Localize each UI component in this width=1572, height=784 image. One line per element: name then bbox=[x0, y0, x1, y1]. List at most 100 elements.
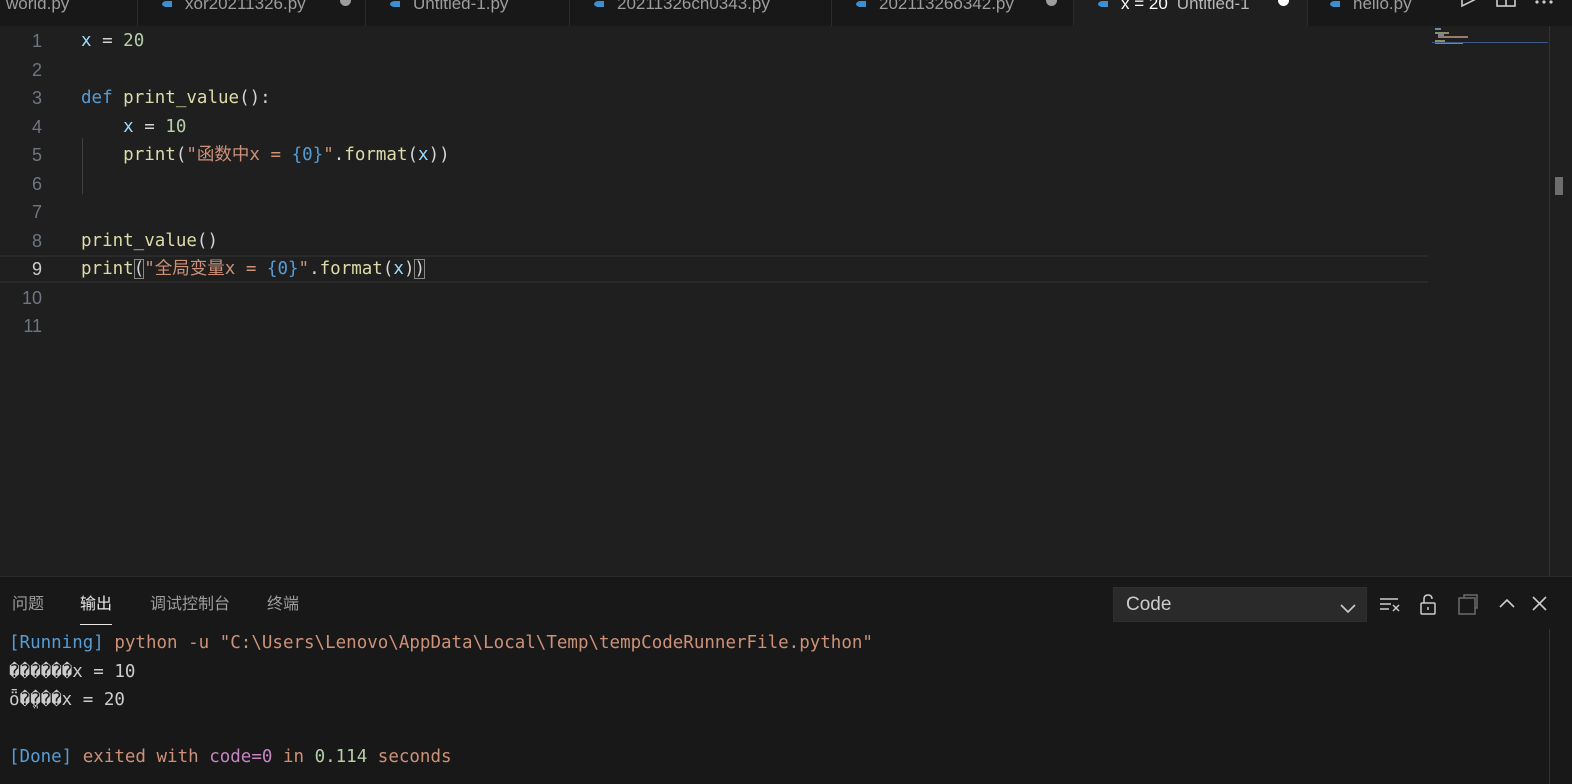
line-number: 8 bbox=[31, 230, 42, 251]
code-token: format bbox=[344, 145, 408, 165]
line-number: 1 bbox=[31, 31, 42, 51]
python-icon bbox=[592, 0, 607, 10]
panel-tab-debug-console[interactable]: 调试控制台 bbox=[150, 591, 230, 625]
line-number: 4 bbox=[31, 116, 42, 137]
code-token: format bbox=[319, 259, 383, 279]
tab-label: xor20211326.py bbox=[185, 0, 306, 13]
python-icon bbox=[854, 0, 869, 10]
tab-label: Untitled-1.py bbox=[413, 0, 509, 13]
output-token: [Done] bbox=[9, 747, 73, 767]
line-number: 6 bbox=[31, 173, 42, 194]
bottom-panel: 问题 输出 调试控制台 终端 Code [Running] python -u … bbox=[0, 576, 1572, 784]
code-line[interactable]: 1 x = 20 bbox=[0, 27, 1428, 55]
more-actions-icon[interactable] bbox=[1533, 0, 1555, 12]
code-line[interactable]: 8 print_value() bbox=[0, 227, 1428, 255]
output-token: code=0 bbox=[209, 747, 273, 767]
line-number: 3 bbox=[31, 88, 42, 108]
code-text: print("函数中x = {0}".format(x)) bbox=[81, 141, 450, 169]
tab-title: x = 20 bbox=[1121, 0, 1168, 13]
tab-label: hello.py bbox=[1353, 0, 1412, 13]
maximize-panel-icon[interactable] bbox=[1497, 594, 1519, 616]
output-scrollbar-track bbox=[1549, 629, 1550, 784]
code-text: print_value() bbox=[81, 227, 218, 255]
open-output-in-editor-icon[interactable] bbox=[1457, 594, 1479, 616]
minimap[interactable] bbox=[1432, 26, 1548, 86]
split-editor-icon[interactable] bbox=[1495, 0, 1517, 12]
code-line[interactable]: 10 bbox=[0, 284, 1428, 312]
editor-tab-bar: world.py xor20211326.py Untitled-1.py 20… bbox=[0, 0, 1572, 26]
code-token: = bbox=[91, 31, 124, 51]
tab-20211326ch0343-py[interactable]: 20211326ch0343.py bbox=[570, 0, 832, 26]
editor-scrollbar-track bbox=[1549, 26, 1550, 576]
minimap-slider[interactable] bbox=[1432, 42, 1548, 43]
tab-xor20211326-py[interactable]: xor20211326.py bbox=[138, 0, 366, 26]
tab-untitled-1-py[interactable]: Untitled-1.py bbox=[366, 0, 570, 26]
code-token: )) bbox=[428, 145, 450, 165]
line-number: 11 bbox=[23, 316, 42, 336]
unsaved-dot-icon[interactable] bbox=[340, 0, 351, 6]
output-log[interactable]: [Running] python -u "C:\Users\Lenovo\App… bbox=[9, 629, 1549, 772]
code-token: ) bbox=[403, 259, 415, 279]
panel-tab-output[interactable]: 输出 bbox=[80, 591, 113, 625]
code-token: x bbox=[123, 116, 134, 137]
unsaved-dot-icon[interactable] bbox=[1046, 0, 1057, 6]
line-number: 2 bbox=[31, 59, 42, 80]
editor-scrollbar-thumb[interactable] bbox=[1555, 177, 1563, 195]
code-text: x = 20 bbox=[81, 27, 144, 55]
indent-guide bbox=[82, 138, 83, 194]
vscode-window: world.py xor20211326.py Untitled-1.py 20… bbox=[0, 0, 1572, 784]
code-line[interactable]: 3 def print_value(): bbox=[0, 84, 1428, 112]
matched-bracket: ( bbox=[133, 259, 145, 279]
code-token: 20 bbox=[123, 31, 145, 51]
lock-scroll-icon[interactable] bbox=[1418, 594, 1440, 616]
output-token: seconds bbox=[367, 747, 452, 767]
tab-untitled-1-active[interactable]: x = 20 Untitled-1 bbox=[1074, 0, 1308, 26]
code-line[interactable]: 4 x = 10 bbox=[0, 113, 1428, 141]
code-line[interactable]: 2 bbox=[0, 56, 1428, 84]
python-icon bbox=[160, 0, 175, 10]
output-channel-select[interactable]: Code bbox=[1113, 587, 1367, 622]
output-token: python -u "C:\Users\Lenovo\AppData\Local… bbox=[103, 633, 873, 653]
code-line[interactable]: 5 print("函数中x = {0}".format(x)) bbox=[0, 141, 1428, 169]
unsaved-dot-icon[interactable] bbox=[1278, 0, 1289, 6]
run-icon[interactable] bbox=[1457, 0, 1479, 12]
code-token: print bbox=[123, 145, 176, 165]
output-token: in bbox=[272, 747, 315, 767]
close-panel-icon[interactable] bbox=[1530, 594, 1552, 616]
clear-output-icon[interactable] bbox=[1379, 594, 1401, 616]
code-token: print_value bbox=[81, 230, 197, 251]
code-text: x = 10 bbox=[81, 113, 186, 141]
code-token: ( bbox=[382, 259, 394, 279]
code-token: 10 bbox=[165, 116, 187, 137]
code-token: def bbox=[81, 88, 113, 108]
code-token: print_value bbox=[123, 88, 240, 108]
code-token: "全局变量x = bbox=[144, 259, 267, 279]
code-editor[interactable]: 1x = 20 2 3 def print_value(): 4 x = 10 5 pri… bbox=[0, 26, 1572, 576]
tab-hello-py[interactable]: hello.py bbox=[1308, 0, 1448, 26]
panel-tab-terminal[interactable]: 终端 bbox=[267, 591, 299, 625]
tab-label: 20211326ch0343.py bbox=[617, 0, 770, 13]
tab-20211326o342-py[interactable]: 20211326o342.py bbox=[832, 0, 1074, 26]
code-line[interactable]: 6 bbox=[0, 170, 1428, 198]
output-line: [Done] exited with code=0 in 0.114 secon… bbox=[9, 743, 1549, 772]
code-token: {0} bbox=[266, 259, 299, 279]
code-token: x bbox=[81, 31, 92, 51]
code-line[interactable]: 11 bbox=[0, 312, 1428, 340]
tab-description: Untitled-1 bbox=[1176, 0, 1250, 13]
output-token: [Running] bbox=[9, 633, 104, 653]
code-token: x bbox=[418, 145, 429, 165]
chevron-down-icon bbox=[1340, 598, 1356, 614]
code-token: (): bbox=[239, 88, 271, 108]
tab-world-py[interactable]: world.py bbox=[0, 0, 138, 26]
editor-actions bbox=[1447, 0, 1572, 26]
panel-tab-problems[interactable]: 问题 bbox=[12, 591, 44, 625]
code-line[interactable]: 9 print("全局变量x = {0}".format(x)) bbox=[0, 255, 1428, 283]
python-icon bbox=[388, 0, 403, 10]
code-line[interactable]: 7 bbox=[0, 198, 1428, 226]
line-number: 10 bbox=[21, 287, 42, 308]
output-token: 0.114 bbox=[314, 747, 368, 767]
code-text: def print_value(): bbox=[81, 84, 271, 112]
line-number: 7 bbox=[31, 202, 42, 222]
